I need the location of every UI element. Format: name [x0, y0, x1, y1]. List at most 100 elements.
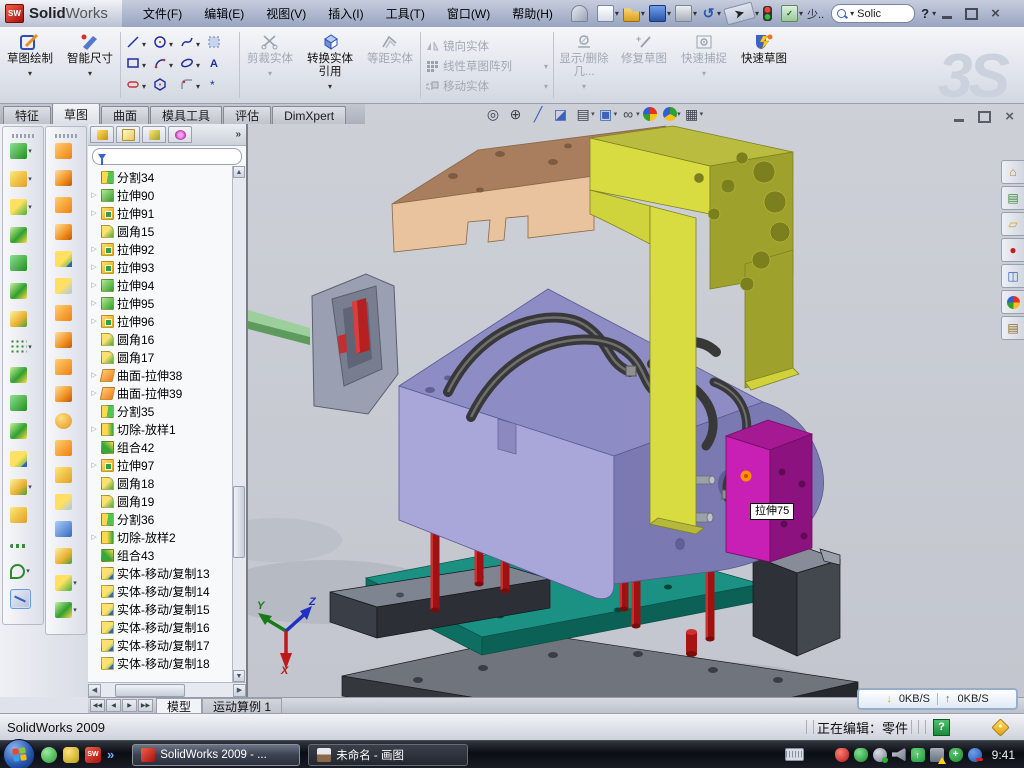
dropdown-caret-icon[interactable]: ▾ [755, 9, 759, 18]
rectangle-icon[interactable] [126, 56, 140, 75]
taskbar-window-button[interactable]: SolidWorks 2009 - ... [132, 744, 300, 766]
exploded-mold-model[interactable] [248, 124, 1024, 697]
view-tool-button[interactable]: ▣ ▾ [598, 106, 618, 122]
surface-tool-button[interactable]: ▾ [55, 601, 77, 619]
dropdown-caret-icon[interactable]: ▾ [667, 9, 671, 18]
spline-icon[interactable] [180, 35, 194, 54]
surface-tool-button[interactable]: ▾ [55, 250, 77, 268]
doc-restore-button[interactable] [978, 111, 991, 123]
search-box[interactable]: ▾ Solic [831, 4, 915, 23]
tree-item[interactable]: ▷ 实体-移动/复制13 [90, 564, 232, 582]
quick-launch-icon[interactable] [63, 747, 79, 763]
feature-tool-button[interactable]: ▾ [10, 534, 36, 552]
dropdown-caret-icon[interactable]: ▾ [799, 9, 803, 18]
panel-tab[interactable] [116, 126, 140, 143]
document-tab[interactable]: 运动算例 1 [202, 698, 282, 713]
tree-item[interactable]: ▷ 拉伸94 [90, 276, 232, 294]
dropdown-caret-icon[interactable]: ▾ [196, 40, 200, 49]
command-tab[interactable]: 模具工具 [150, 106, 222, 124]
task-pane-button[interactable] [1001, 290, 1024, 314]
menu-item[interactable]: 帮助(H) [501, 1, 564, 26]
quick-snaps-button[interactable]: 快速捕捉 ▾ [679, 32, 729, 80]
feature-tool-button[interactable]: ▾ [10, 506, 36, 524]
box-select-icon[interactable] [207, 35, 221, 54]
feature-tool-button[interactable]: ▾ [10, 366, 36, 384]
surface-tool-button[interactable]: ▾ [55, 142, 77, 160]
surface-tool-button[interactable]: ▾ [55, 196, 77, 214]
tray-icon[interactable]: + [949, 748, 963, 762]
tree-item[interactable]: ▷ 分割34 [90, 168, 232, 186]
feature-tool-button[interactable]: ▾ [10, 590, 36, 608]
view-tool-button[interactable]: ▤ ▾ [575, 106, 595, 122]
minimize-button[interactable] [942, 16, 952, 19]
expand-arrow-icon[interactable]: ▷ [90, 299, 98, 307]
tray-icon[interactable]: ↑ [911, 748, 925, 762]
dropdown-caret-icon[interactable]: ▾ [169, 61, 173, 70]
tag-icon[interactable] [991, 718, 1009, 736]
surface-tool-button[interactable]: ▾ [55, 223, 77, 241]
surface-tool-button[interactable]: ▾ [55, 358, 77, 376]
tree-item[interactable]: ▷ 实体-移动/复制15 [90, 600, 232, 618]
toolbar-grip[interactable] [12, 134, 34, 138]
feature-tool-button[interactable]: ▾ [10, 198, 36, 216]
quick-access-button[interactable]: ▾ [674, 4, 698, 23]
dropdown-caret-icon[interactable]: ▾ [28, 483, 32, 491]
smart-dimension-button[interactable]: 智能尺寸 ▾ [65, 32, 115, 80]
feature-tool-button[interactable]: ▾ [10, 142, 36, 160]
panel-tab[interactable] [142, 126, 166, 143]
task-pane-button[interactable]: ● [1001, 238, 1024, 262]
tree-horizontal-scrollbar[interactable]: ◀ ▶ [88, 682, 246, 697]
tree-item[interactable]: ▷ 圆角17 [90, 348, 232, 366]
dropdown-caret-icon[interactable]: ▾ [28, 343, 32, 351]
menu-item[interactable]: 插入(I) [317, 1, 374, 26]
dropdown-caret-icon[interactable]: ▾ [268, 67, 272, 80]
tray-icon[interactable] [873, 748, 887, 762]
dropdown-caret-icon[interactable]: ▾ [582, 80, 586, 93]
feature-tool-button[interactable]: ▾ [10, 254, 36, 272]
tree-item[interactable]: ▷ 拉伸90 [90, 186, 232, 204]
scroll-left-icon[interactable]: ◀ [88, 684, 101, 697]
sketch-fillet-icon[interactable] [180, 77, 194, 96]
surface-tool-button[interactable]: ▾ [55, 493, 77, 511]
taskbar-clock[interactable]: 9:41 [992, 748, 1015, 762]
tree-item[interactable]: ▷ 组合42 [90, 438, 232, 456]
dropdown-caret-icon[interactable]: ▾ [26, 567, 30, 575]
circle-icon[interactable] [153, 35, 167, 54]
view-tool-button[interactable]: ▾ [663, 107, 681, 121]
tray-icon[interactable] [835, 748, 849, 762]
dropdown-caret-icon[interactable]: ▾ [142, 82, 146, 91]
tree-item[interactable]: ▷ 实体-移动/复制16 [90, 618, 232, 636]
expand-arrow-icon[interactable]: ▷ [90, 533, 98, 541]
dropdown-caret-icon[interactable]: ▾ [700, 110, 704, 118]
task-pane-button[interactable]: ▤ [1001, 316, 1024, 340]
quick-access-button[interactable]: ✓ ▾ [780, 4, 804, 23]
view-tool-button[interactable]: ◎ ▾ [485, 106, 505, 122]
dropdown-caret-icon[interactable]: ▾ [677, 110, 681, 118]
tray-icon[interactable] [892, 748, 906, 762]
view-tool-button[interactable]: ▦ ▾ [684, 106, 704, 122]
slot-icon[interactable] [126, 77, 140, 96]
repair-sketch-button[interactable]: + 修复草图 [619, 32, 669, 66]
dropdown-caret-icon[interactable]: ▾ [28, 175, 32, 183]
tree-item[interactable]: ▷ 圆角18 [90, 474, 232, 492]
tree-item[interactable]: ▷ 曲面-拉伸39 [90, 384, 232, 402]
command-tab[interactable]: 评估 [223, 106, 271, 124]
surface-tool-button[interactable]: ▾ [55, 385, 77, 403]
quick-launch-icon[interactable]: » [107, 747, 114, 762]
polygon-icon[interactable] [153, 77, 167, 96]
dropdown-caret-icon[interactable]: ▾ [614, 110, 618, 118]
point-icon[interactable]: * [207, 77, 221, 96]
arc-icon[interactable] [153, 56, 167, 75]
line-icon[interactable] [126, 35, 140, 54]
tree-item[interactable]: ▷ 拉伸91 [90, 204, 232, 222]
linear-sketch-pattern-button[interactable]: 线性草图阵列 ▾ [426, 58, 548, 74]
expand-arrow-icon[interactable]: ▷ [90, 281, 98, 289]
dropdown-caret-icon[interactable]: ▾ [636, 110, 640, 118]
menu-item[interactable]: 文件(F) [132, 1, 193, 26]
quick-access-button[interactable]: ▾ [762, 5, 778, 22]
scroll-down-icon[interactable]: ▼ [233, 670, 245, 682]
convert-entities-button[interactable]: 转换实体引用 ▾ [305, 32, 355, 93]
surface-tool-button[interactable]: ▾ [55, 439, 77, 457]
dropdown-caret-icon[interactable]: ▾ [717, 9, 721, 18]
dropdown-caret-icon[interactable]: ▾ [28, 67, 32, 80]
